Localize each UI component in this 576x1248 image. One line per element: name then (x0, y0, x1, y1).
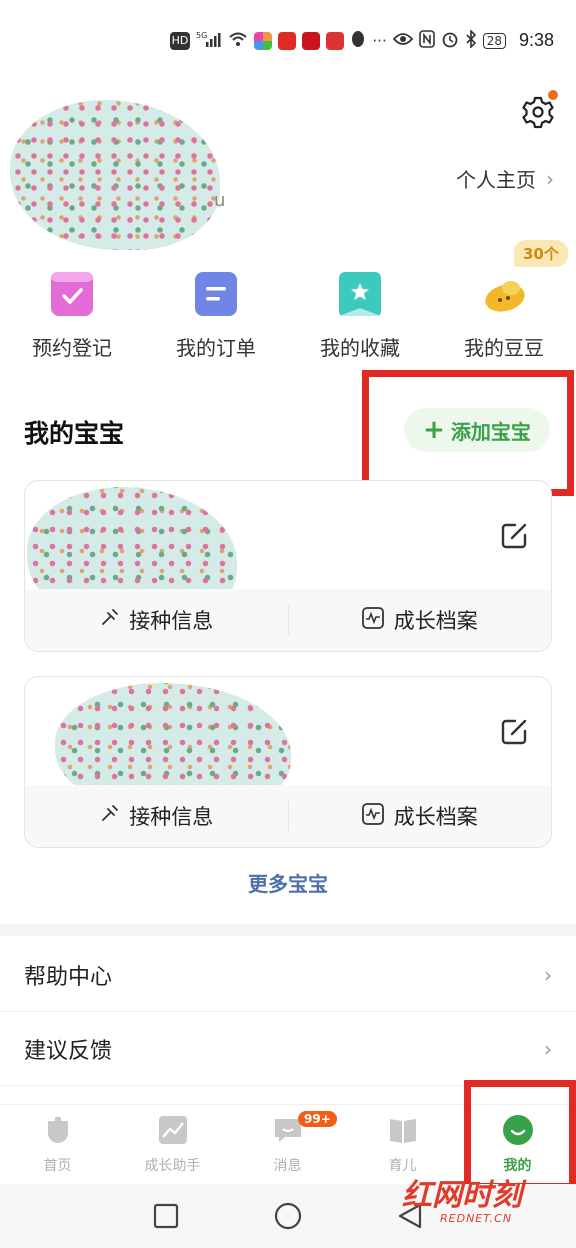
vaccine-info-button[interactable]: 接种信息 (25, 785, 288, 847)
battery-icon: 28 (482, 33, 506, 49)
quick-action-label: 我的订单 (176, 336, 256, 360)
quick-action-appointment[interactable]: 预约登记 (0, 266, 144, 366)
bean-icon (483, 272, 525, 316)
tab-messages[interactable]: 99+ 消息 (230, 1105, 345, 1181)
beans-count-tag: 30个 (514, 240, 568, 267)
quick-action-orders[interactable]: 我的订单 (144, 266, 288, 366)
vaccine-info-label: 接种信息 (129, 609, 214, 633)
profile-homepage-link[interactable]: 个人主页 › (456, 164, 554, 193)
quick-action-beans[interactable]: 30个 我的豆豆 (432, 240, 576, 366)
vaccine-info-button[interactable]: 接种信息 (25, 589, 288, 651)
growth-record-button[interactable]: 成长档案 (289, 785, 552, 847)
status-bar: HD 5G ··· 28 9:38 (0, 0, 576, 84)
recent-apps-button[interactable] (152, 1202, 180, 1230)
avatar-redacted[interactable] (10, 100, 220, 250)
profile-link-label: 个人主页 (456, 168, 536, 192)
alarm-icon (441, 30, 459, 52)
more-icon: ··· (372, 32, 387, 50)
chart-icon (158, 1115, 188, 1145)
home-button[interactable] (274, 1202, 302, 1230)
edit-icon[interactable] (499, 717, 529, 747)
nfc-icon (418, 30, 435, 52)
hd-icon: HD (169, 32, 191, 50)
home-icon (43, 1115, 73, 1145)
quick-action-label: 我的豆豆 (464, 336, 544, 360)
app-icon (326, 32, 345, 50)
section-divider (0, 924, 576, 936)
menu-item-label: 建议反馈 (24, 1038, 113, 1064)
baby-card-actions: 接种信息 成长档案 (25, 589, 551, 651)
syringe-icon (99, 608, 119, 633)
baby-card[interactable]: 接种信息 成长档案 (24, 480, 552, 652)
app-icon (278, 32, 297, 50)
settings-gear-icon[interactable] (518, 90, 558, 130)
chevron-right-icon: › (544, 1036, 552, 1061)
calendar-check-icon (51, 272, 93, 316)
eye-icon (392, 32, 413, 50)
menu-item-label: 帮助中心 (24, 964, 113, 990)
watermark-logo: 红网时刻 (402, 1178, 522, 1213)
bookmark-star-icon (339, 272, 381, 316)
tab-label: 成长助手 (144, 1158, 201, 1174)
growth-record-button[interactable]: 成长档案 (289, 589, 552, 651)
growth-record-label: 成长档案 (393, 805, 478, 829)
menu-item-help-center[interactable]: 帮助中心 › (0, 938, 576, 1012)
growth-chart-icon (361, 606, 384, 634)
notification-dot (548, 90, 558, 100)
chevron-right-icon: › (544, 962, 552, 987)
edit-icon[interactable] (499, 521, 529, 551)
quick-action-label: 我的收藏 (320, 336, 400, 360)
menu-item-feedback[interactable]: 建议反馈 › (0, 1012, 576, 1086)
quick-actions: 预约登记 我的订单 我的收藏 30个 我的豆豆 (0, 240, 576, 366)
tab-label: 消息 (273, 1158, 302, 1174)
syringe-icon (99, 804, 119, 829)
quick-action-favorites[interactable]: 我的收藏 (288, 266, 432, 366)
my-babies-title: 我的宝宝 (24, 419, 125, 448)
unread-badge: 99+ (298, 1111, 337, 1127)
more-babies-link[interactable]: 更多宝宝 (0, 868, 576, 897)
tab-growth-assistant[interactable]: 成长助手 (115, 1105, 230, 1181)
svg-text:5G: 5G (196, 31, 207, 40)
app-icon (302, 32, 321, 50)
vaccine-info-label: 接种信息 (129, 805, 214, 829)
growth-chart-icon (361, 802, 384, 830)
tab-home[interactable]: 首页 (0, 1105, 115, 1181)
watermark-subtext: REDNET.CN (440, 1212, 513, 1225)
status-icons: HD 5G ··· 28 (169, 29, 506, 52)
book-icon (388, 1115, 418, 1145)
bluetooth-icon (465, 29, 477, 52)
app-icon (254, 32, 273, 50)
order-list-icon (195, 272, 237, 316)
quick-action-label: 预约登记 (32, 336, 112, 360)
tab-label: 首页 (43, 1158, 72, 1174)
baby-card[interactable]: 接种信息 成长档案 (24, 676, 552, 848)
growth-record-label: 成长档案 (393, 609, 478, 633)
baby-card-actions: 接种信息 成长档案 (25, 785, 551, 847)
chevron-right-icon: › (546, 166, 554, 191)
wifi-icon (228, 31, 248, 51)
username: u (214, 190, 226, 211)
clock: 9:38 (518, 30, 554, 50)
signal-icon: 5G (196, 30, 222, 52)
highlight-box (362, 370, 574, 496)
penguin-icon (350, 30, 366, 52)
